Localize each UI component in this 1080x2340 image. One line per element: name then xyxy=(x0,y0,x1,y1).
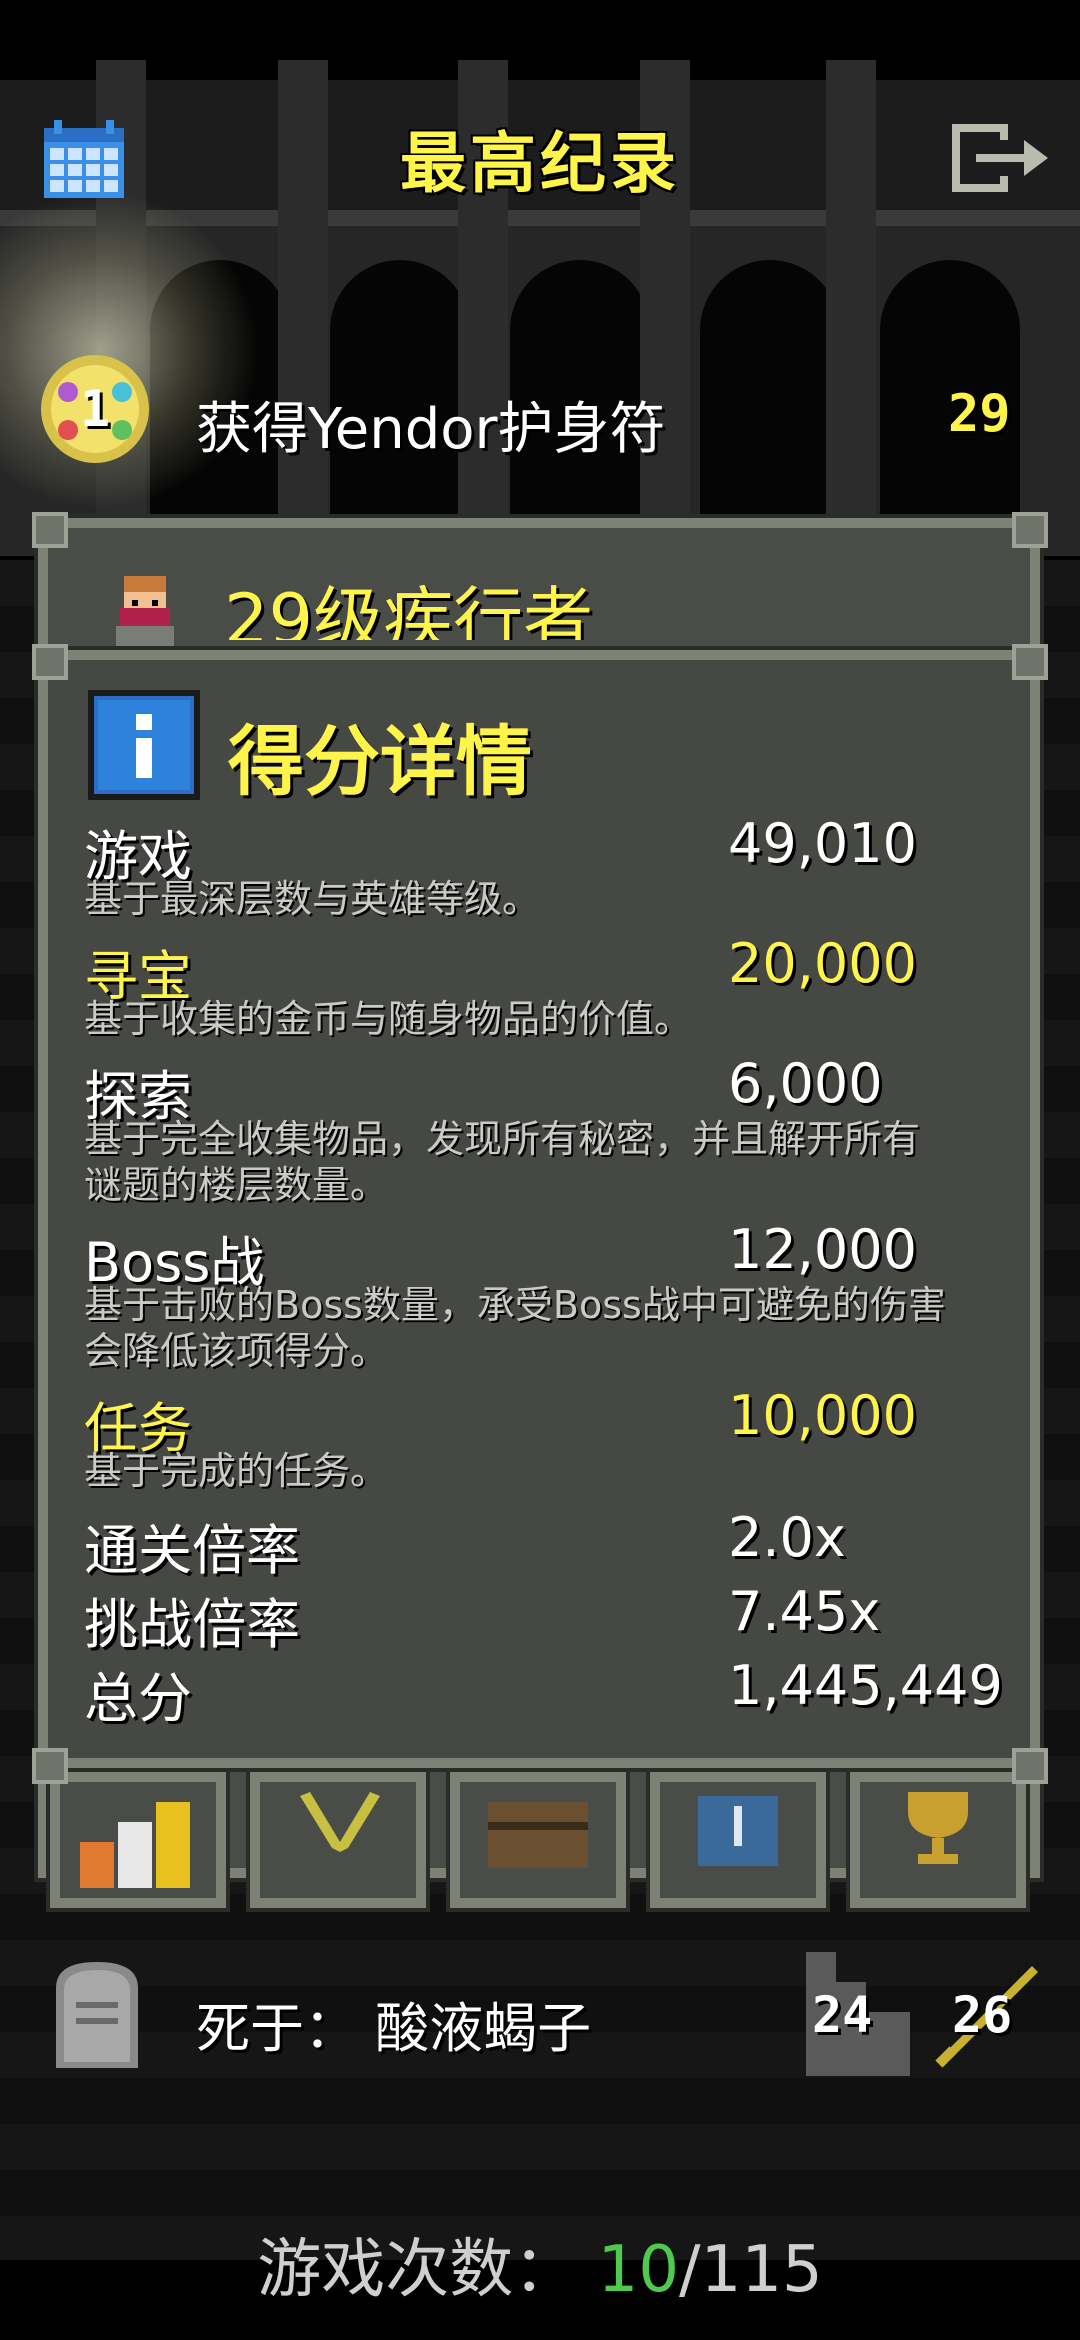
challenge-multiplier-value: 7.45x xyxy=(728,1580,881,1643)
record-depth: 29 xyxy=(948,384,1011,444)
games-played-current: 10 xyxy=(597,2233,680,2307)
score-value-game: 49,010 xyxy=(728,812,917,875)
hero-level: 26 xyxy=(952,1986,1013,2044)
score-value-quest: 10,000 xyxy=(728,1384,917,1447)
trophy-icon xyxy=(908,1792,968,1864)
badge-icon xyxy=(698,1796,778,1866)
score-value-explore: 6,000 xyxy=(728,1052,883,1115)
score-desc-quest: 基于完成的任务。 xyxy=(84,1449,389,1493)
games-played-total: 115 xyxy=(700,2233,823,2307)
stats-bars-icon xyxy=(80,1802,190,1888)
clear-multiplier-value: 2.0x xyxy=(728,1506,846,1569)
games-played-counter: 游戏次数： 10/115 xyxy=(0,2218,1080,2310)
tab-trophies[interactable] xyxy=(846,1768,1030,1912)
total-score-value: 1,445,449 xyxy=(728,1654,1003,1717)
record-description: 获得Yendor护身符 xyxy=(196,397,666,462)
tab-badges[interactable] xyxy=(646,1768,830,1912)
tab-talents[interactable] xyxy=(246,1768,430,1912)
clear-multiplier-label: 通关倍率 xyxy=(84,1519,300,1582)
chest-icon xyxy=(488,1802,588,1868)
tombstone-icon xyxy=(48,1958,146,2068)
hero-title: 29级疾行者 xyxy=(224,580,594,640)
score-value-treasure: 20,000 xyxy=(728,932,917,995)
death-depth: 24 xyxy=(812,1986,873,2044)
score-value-boss: 12,000 xyxy=(728,1218,917,1281)
score-details-title: 得分详情 xyxy=(228,717,532,806)
page-title: 最高纪录 xyxy=(400,125,680,202)
exit-icon[interactable] xyxy=(948,120,1052,196)
games-played-separator: / xyxy=(679,2233,701,2307)
tab-items[interactable] xyxy=(446,1768,630,1912)
score-desc-treasure: 基于收集的金币与随身物品的价值。 xyxy=(84,997,693,1041)
tab-stats[interactable] xyxy=(46,1768,230,1912)
score-desc-explore: 基于完全收集物品，发现所有秘密，并且解开所有 谜题的楼层数量。 xyxy=(84,1117,921,1207)
score-desc-boss: 基于击败的Boss数量，承受Boss战中可避免的伤害 会降低该项得分。 xyxy=(84,1283,946,1373)
info-icon xyxy=(88,690,200,800)
score-desc-game: 基于最深层数与英雄等级。 xyxy=(84,877,541,921)
hero-portrait-icon xyxy=(106,570,184,648)
total-score-label: 总分 xyxy=(84,1667,192,1730)
record-rank: 1 xyxy=(79,380,111,438)
games-played-prefix: 游戏次数： xyxy=(257,2233,598,2307)
death-cause: 死于： 酸液蝎子 xyxy=(196,1997,592,2060)
challenge-multiplier-label: 挑战倍率 xyxy=(84,1593,300,1656)
crossed-swords-icon xyxy=(300,1792,380,1852)
